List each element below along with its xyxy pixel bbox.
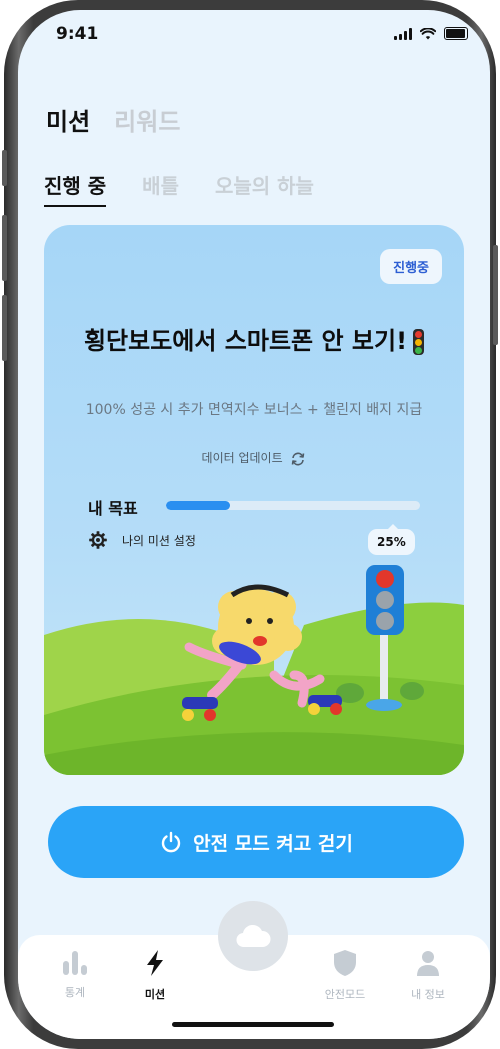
- volume-up-button: [2, 215, 7, 281]
- traffic-light-emoji-icon: [413, 329, 425, 355]
- nav-stats[interactable]: 통계: [40, 949, 110, 1000]
- mission-settings-label: 나의 미션 설정: [122, 533, 196, 548]
- person-icon: [417, 951, 439, 976]
- status-time: 9:41: [56, 24, 99, 44]
- goal-label: 내 목표: [88, 499, 138, 518]
- wifi-icon: [420, 27, 436, 39]
- center-weather-button[interactable]: [218, 901, 288, 971]
- shield-icon: [334, 950, 356, 976]
- safe-mode-walk-button[interactable]: 안전 모드 켜고 걷기: [48, 806, 464, 878]
- nav-safe-mode[interactable]: 안전모드: [310, 949, 380, 1002]
- volume-down-button: [2, 295, 7, 361]
- goal-progress-fill: [166, 501, 230, 510]
- mission-illustration: [44, 565, 464, 775]
- app-screen: 9:41 미션 리워드 진행 중 배틀 오늘의 하늘 진행중 횡단보도에서 스마…: [18, 10, 490, 1039]
- mission-description: 100% 성공 시 추가 면역지수 보너스 + 챌린지 배지 지급: [85, 402, 423, 418]
- battery-icon: [444, 27, 468, 40]
- nav-my-info-label: 내 정보: [411, 988, 445, 1001]
- top-tabs: 미션 리워드: [46, 102, 180, 137]
- home-indicator: [172, 1022, 334, 1027]
- progress-percent-bubble: 25%: [368, 524, 415, 555]
- tab-mission[interactable]: 미션: [46, 102, 90, 137]
- goal-progress-bar: [166, 501, 420, 510]
- mission-title-row: 횡단보도에서 스마트폰 안 보기!: [44, 321, 464, 356]
- gear-icon: [89, 531, 107, 549]
- mute-switch: [2, 150, 7, 186]
- nav-my-info[interactable]: 내 정보: [393, 949, 463, 1002]
- status-icons: [394, 27, 468, 40]
- power-icon: [162, 831, 181, 853]
- bar-chart-icon: [63, 951, 87, 975]
- power-side-button: [493, 245, 498, 345]
- mission-settings-button[interactable]: 나의 미션 설정: [88, 530, 196, 550]
- data-update-button[interactable]: 데이터 업데이트: [44, 449, 464, 466]
- data-update-label: 데이터 업데이트: [201, 451, 283, 465]
- status-badge: 진행중: [380, 249, 442, 284]
- subtab-in-progress[interactable]: 진행 중: [44, 170, 107, 207]
- mission-title: 횡단보도에서 스마트폰 안 보기!: [83, 327, 408, 355]
- cellular-signal-icon: [394, 27, 412, 40]
- tab-reward[interactable]: 리워드: [114, 102, 180, 137]
- subtab-battle[interactable]: 배틀: [142, 170, 179, 207]
- cloud-icon: [236, 924, 271, 948]
- lightning-icon: [147, 950, 163, 976]
- safe-mode-walk-label: 안전 모드 켜고 걷기: [193, 832, 353, 855]
- refresh-icon: [292, 452, 305, 465]
- subtab-today-sky[interactable]: 오늘의 하늘: [215, 170, 314, 207]
- nav-mission-label: 미션: [144, 988, 166, 1001]
- sub-tabs: 진행 중 배틀 오늘의 하늘: [44, 170, 314, 207]
- nav-safe-mode-label: 안전모드: [324, 988, 366, 1001]
- phone-frame: 9:41 미션 리워드 진행 중 배틀 오늘의 하늘 진행중 횡단보도에서 스마…: [2, 0, 498, 1049]
- mission-card: 진행중 횡단보도에서 스마트폰 안 보기! 100% 성공 시 추가 면역지수 …: [44, 225, 464, 775]
- nav-stats-label: 통계: [64, 986, 86, 999]
- nav-mission[interactable]: 미션: [120, 949, 190, 1002]
